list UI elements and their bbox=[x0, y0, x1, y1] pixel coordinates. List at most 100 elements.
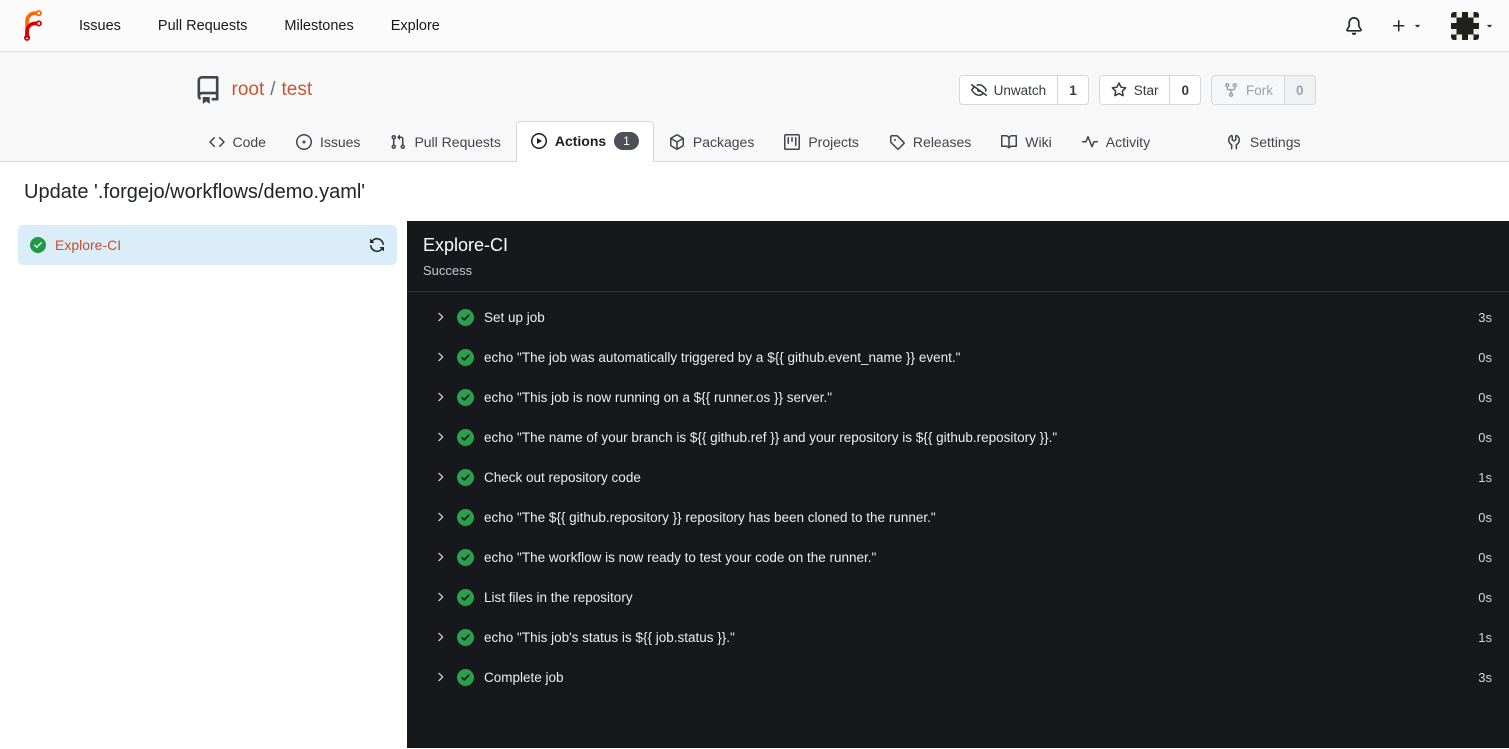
chevron-right-icon bbox=[438, 432, 444, 442]
issue-icon bbox=[295, 134, 312, 150]
create-new-button[interactable] bbox=[1391, 18, 1423, 34]
step-row[interactable]: List files in the repository 0s bbox=[407, 577, 1509, 617]
step-row[interactable]: Set up job 3s bbox=[407, 297, 1509, 337]
step-row[interactable]: echo "The name of your branch is ${{ git… bbox=[407, 417, 1509, 457]
step-name: echo "The job was automatically triggere… bbox=[484, 349, 961, 365]
step-row[interactable]: echo "The workflow is now ready to test … bbox=[407, 537, 1509, 577]
tab-wiki-label: Wiki bbox=[1025, 134, 1052, 150]
star-icon bbox=[1111, 82, 1127, 97]
pull-request-icon bbox=[391, 134, 406, 150]
step-name: Check out repository code bbox=[484, 469, 641, 485]
sync-icon[interactable] bbox=[369, 237, 385, 253]
step-duration: 1s bbox=[1478, 469, 1492, 485]
plus-icon bbox=[1393, 19, 1405, 31]
code-icon bbox=[208, 136, 225, 148]
notifications-button[interactable] bbox=[1345, 16, 1363, 35]
eye-closed-icon bbox=[970, 84, 987, 97]
tab-packages[interactable]: Packages bbox=[654, 123, 769, 161]
fork-label: Fork bbox=[1245, 82, 1273, 98]
tab-releases-label: Releases bbox=[912, 134, 972, 150]
repo-action-buttons: Unwatch 1 Star 0 Fork 0 bbox=[958, 75, 1316, 105]
job-status: Success bbox=[423, 263, 473, 278]
unwatch-button[interactable]: Unwatch 1 bbox=[958, 75, 1089, 105]
nav-link-pull-requests[interactable]: Pull Requests bbox=[158, 18, 247, 34]
step-row[interactable]: echo "This job is now running on a ${{ r… bbox=[407, 377, 1509, 417]
step-name: List files in the repository bbox=[484, 589, 633, 605]
top-navbar: Issues Pull Requests Milestones Explore bbox=[0, 0, 1509, 52]
tab-activity[interactable]: Activity bbox=[1067, 123, 1165, 161]
navbar-right bbox=[1345, 11, 1495, 40]
tab-wiki[interactable]: Wiki bbox=[986, 123, 1066, 161]
nav-link-milestones[interactable]: Milestones bbox=[284, 18, 353, 34]
step-duration: 0s bbox=[1478, 429, 1492, 445]
watchers-count[interactable]: 1 bbox=[1057, 76, 1088, 104]
fork-button: Fork 0 bbox=[1210, 75, 1316, 105]
actions-count-badge: 1 bbox=[614, 132, 639, 150]
repo-title-row: root / test Unwatch 1 Star 0 Fork 0 bbox=[194, 70, 1316, 110]
tab-projects[interactable]: Projects bbox=[769, 123, 874, 161]
chevron-right-icon bbox=[438, 592, 444, 602]
tab-pull-requests-label: Pull Requests bbox=[414, 134, 501, 150]
tab-code-label: Code bbox=[232, 134, 266, 150]
tab-settings[interactable]: Settings bbox=[1211, 123, 1316, 161]
tab-releases[interactable]: Releases bbox=[874, 123, 986, 161]
step-name: echo "The ${{ github.repository }} repos… bbox=[484, 509, 936, 525]
chevron-right-icon bbox=[438, 312, 444, 322]
run-title: Update '.forgejo/workflows/demo.yaml' bbox=[24, 181, 366, 203]
tab-packages-label: Packages bbox=[692, 134, 755, 150]
job-log-header: Explore-CI Success bbox=[407, 221, 1509, 292]
repo-name-link[interactable]: test bbox=[282, 79, 313, 101]
repo-tabs: Code Issues Pull Requests Actions 1 Pack… bbox=[194, 121, 1316, 162]
nav-link-issues[interactable]: Issues bbox=[79, 18, 121, 34]
step-name: echo "This job is now running on a ${{ r… bbox=[484, 389, 833, 405]
forks-count: 0 bbox=[1283, 76, 1315, 104]
unwatch-label: Unwatch bbox=[993, 82, 1047, 98]
check-circle-icon bbox=[457, 628, 474, 646]
forgejo-logo-icon[interactable] bbox=[18, 10, 49, 41]
tab-issues[interactable]: Issues bbox=[281, 123, 375, 161]
chevron-right-icon bbox=[438, 352, 444, 362]
check-circle-icon bbox=[457, 308, 474, 326]
step-duration: 0s bbox=[1478, 389, 1492, 405]
repo-header: root / test Unwatch 1 Star 0 Fork 0 Code… bbox=[0, 52, 1509, 162]
check-circle-icon bbox=[457, 508, 474, 526]
step-duration: 0s bbox=[1478, 589, 1492, 605]
step-duration: 0s bbox=[1478, 549, 1492, 565]
nav-link-explore[interactable]: Explore bbox=[391, 18, 440, 34]
tab-pull-requests[interactable]: Pull Requests bbox=[375, 123, 515, 161]
check-circle-icon bbox=[457, 548, 474, 566]
check-circle-icon bbox=[30, 237, 46, 253]
user-menu-button[interactable] bbox=[1451, 11, 1495, 40]
job-item-explore-ci[interactable]: Explore-CI bbox=[18, 225, 397, 265]
project-board-icon bbox=[784, 134, 801, 150]
step-name: echo "The workflow is now ready to test … bbox=[484, 549, 877, 565]
tab-code[interactable]: Code bbox=[194, 123, 281, 161]
tab-issues-label: Issues bbox=[319, 134, 361, 150]
step-name: echo "This job's status is ${{ job.statu… bbox=[484, 629, 735, 645]
step-row[interactable]: Check out repository code 1s bbox=[407, 457, 1509, 497]
step-row[interactable]: echo "The ${{ github.repository }} repos… bbox=[407, 497, 1509, 537]
chevron-right-icon bbox=[438, 512, 444, 522]
repo-owner-link[interactable]: root bbox=[232, 79, 265, 101]
tools-icon bbox=[1227, 134, 1240, 150]
star-button[interactable]: Star 0 bbox=[1098, 75, 1201, 105]
bell-icon bbox=[1346, 16, 1362, 35]
chevron-right-icon bbox=[438, 672, 444, 682]
step-row[interactable]: echo "This job's status is ${{ job.statu… bbox=[407, 617, 1509, 657]
workflow-run-view: Update '.forgejo/workflows/demo.yaml' Ex… bbox=[0, 162, 1509, 748]
check-circle-icon bbox=[457, 668, 474, 686]
check-circle-icon bbox=[457, 388, 474, 406]
repo-icon bbox=[197, 76, 218, 104]
tab-actions[interactable]: Actions 1 bbox=[515, 121, 654, 162]
step-row[interactable]: echo "The job was automatically triggere… bbox=[407, 337, 1509, 377]
star-label: Star bbox=[1133, 82, 1159, 98]
navbar-links: Issues Pull Requests Milestones Explore bbox=[79, 18, 440, 34]
avatar bbox=[1451, 11, 1479, 40]
fork-icon bbox=[1224, 83, 1237, 98]
step-row[interactable]: Complete job 3s bbox=[407, 657, 1509, 697]
step-duration: 0s bbox=[1478, 509, 1492, 525]
repo-separator: / bbox=[270, 79, 276, 100]
job-name: Explore-CI bbox=[423, 235, 509, 255]
tab-projects-label: Projects bbox=[808, 134, 859, 150]
stars-count[interactable]: 0 bbox=[1169, 76, 1200, 104]
